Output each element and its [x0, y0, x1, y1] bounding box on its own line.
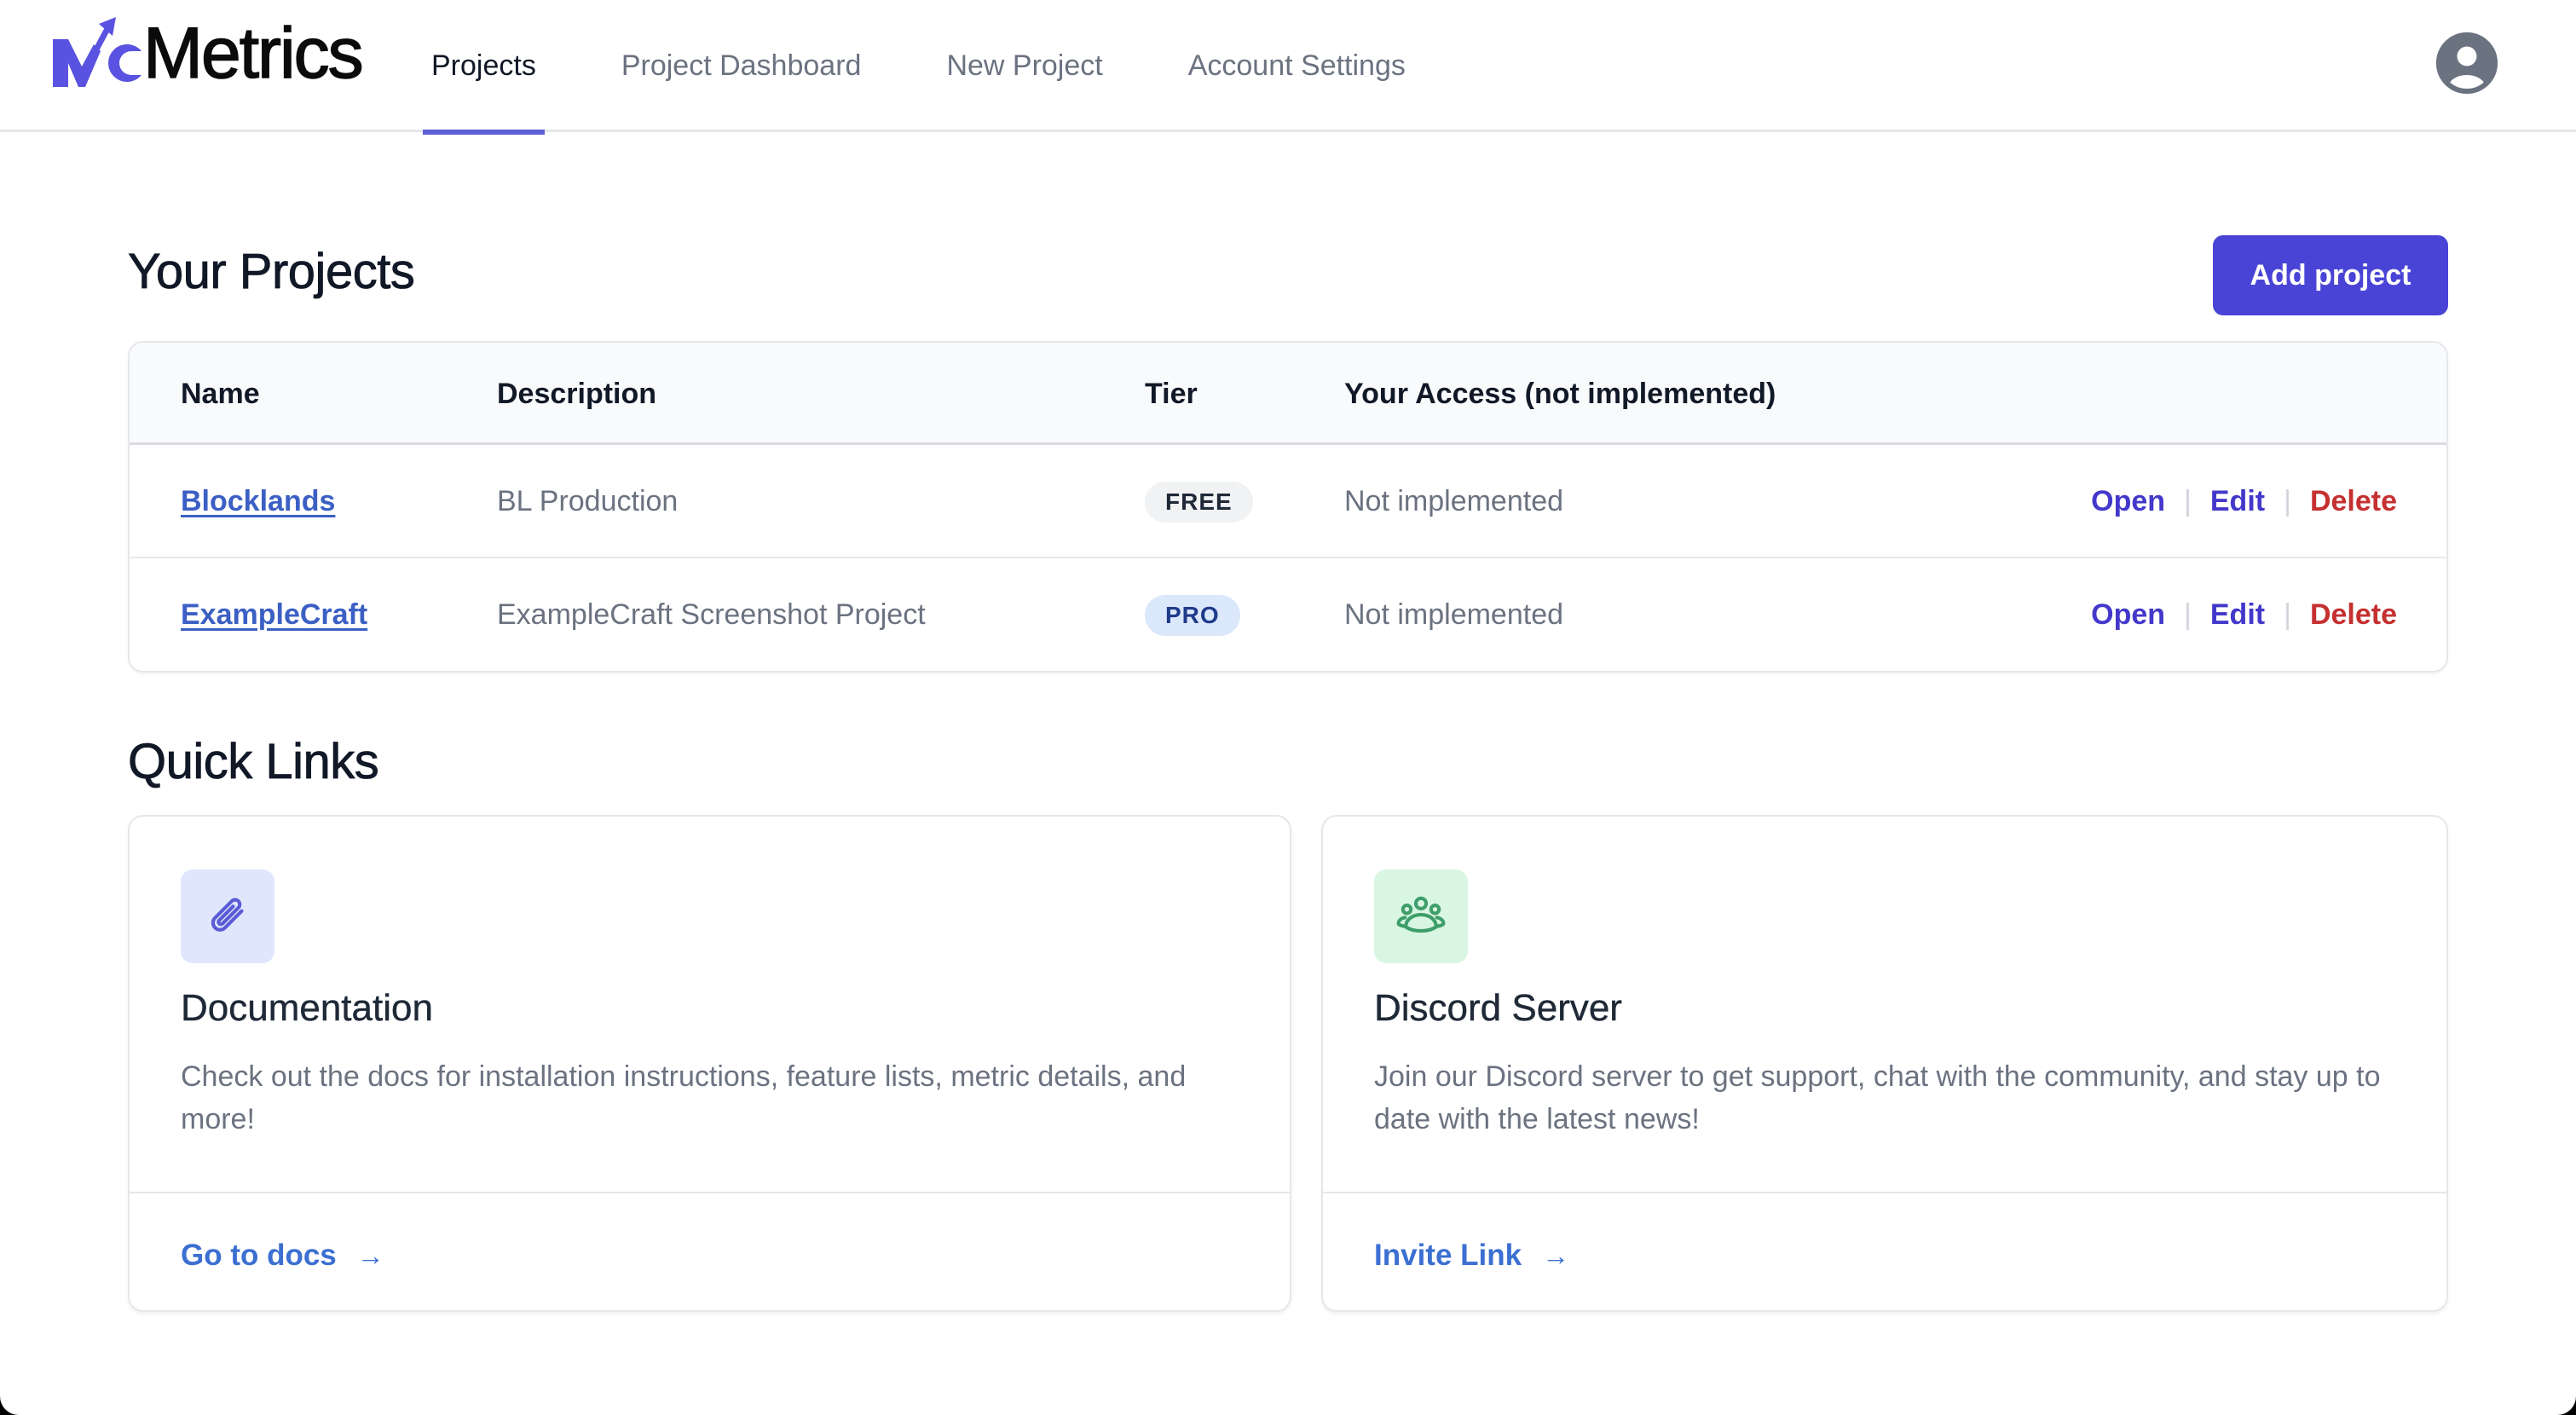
discord-invite-link[interactable]: Invite Link →	[1374, 1239, 1569, 1273]
top-navbar: Metrics Projects Project Dashboard New P…	[0, 0, 2576, 135]
delete-project-link[interactable]: Delete	[2310, 598, 2397, 632]
tier-badge: PRO	[1145, 594, 1240, 636]
app-window: Metrics Projects Project Dashboard New P…	[0, 0, 2576, 1415]
logo[interactable]: Metrics	[49, 13, 364, 93]
nav-new-project[interactable]: New Project	[938, 0, 1111, 132]
card-title: Discord Server	[1374, 987, 1622, 1029]
table-header: Name Description Tier Your Access (not i…	[130, 343, 2446, 445]
table-row: ExampleCraft ExampleCraft Screenshot Pro…	[130, 558, 2446, 671]
project-description: ExampleCraft Screenshot Project	[497, 598, 926, 631]
discord-card: Discord Server Join our Discord server t…	[1321, 815, 2448, 1312]
link-label: Invite Link	[1374, 1239, 1522, 1272]
card-divider	[1323, 1192, 2446, 1193]
nav-projects[interactable]: Projects	[423, 0, 545, 135]
column-header-name: Name	[181, 377, 260, 410]
user-circle-icon	[2436, 32, 2498, 94]
your-projects-heading: Your Projects	[128, 244, 416, 300]
action-separator: |	[2184, 485, 2192, 517]
quick-links-heading: Quick Links	[128, 734, 380, 790]
user-avatar-button[interactable]	[2436, 32, 2498, 94]
project-name-link[interactable]: ExampleCraft	[181, 598, 367, 632]
documentation-card: Documentation Check out the docs for ins…	[128, 815, 1291, 1312]
column-header-access: Your Access (not implemented)	[1344, 377, 1776, 410]
action-separator: |	[2184, 598, 2192, 631]
action-separator: |	[2284, 598, 2291, 631]
card-divider	[130, 1192, 1290, 1193]
paperclip-icon	[211, 898, 244, 932]
project-description: BL Production	[497, 485, 679, 517]
documentation-icon-box	[181, 869, 274, 963]
row-actions: Open | Edit | Delete	[2091, 558, 2397, 671]
link-label: Go to docs	[181, 1239, 337, 1272]
card-title: Documentation	[181, 987, 433, 1029]
project-name-link[interactable]: Blocklands	[181, 485, 335, 518]
nav-account-settings[interactable]: Account Settings	[1180, 0, 1414, 132]
row-actions: Open | Edit | Delete	[2091, 445, 2397, 558]
column-header-tier: Tier	[1145, 377, 1198, 410]
project-access: Not implemented	[1344, 598, 1564, 631]
projects-table: Name Description Tier Your Access (not i…	[128, 341, 2448, 673]
go-to-docs-link[interactable]: Go to docs →	[181, 1239, 384, 1273]
card-description: Check out the docs for installation inst…	[181, 1060, 1187, 1135]
open-project-link[interactable]: Open	[2091, 485, 2165, 518]
nav-project-dashboard[interactable]: Project Dashboard	[613, 0, 870, 132]
add-project-button[interactable]: Add project	[2213, 235, 2448, 315]
mcmetrics-logo-icon	[53, 17, 142, 87]
edit-project-link[interactable]: Edit	[2210, 485, 2265, 518]
logo-text: Metrics	[142, 13, 364, 93]
edit-project-link[interactable]: Edit	[2210, 598, 2265, 632]
arrow-right-icon: →	[1542, 1239, 1570, 1271]
card-description: Join our Discord server to get support, …	[1374, 1060, 2381, 1135]
main-nav: Projects Project Dashboard New Project A…	[423, 0, 1482, 135]
users-group-icon	[1396, 896, 1446, 933]
tier-badge: FREE	[1145, 481, 1253, 523]
project-access: Not implemented	[1344, 485, 1564, 517]
table-row: Blocklands BL Production FREE Not implem…	[130, 445, 2446, 558]
action-separator: |	[2284, 485, 2291, 517]
discord-icon-box	[1374, 869, 1468, 963]
open-project-link[interactable]: Open	[2091, 598, 2165, 632]
column-header-description: Description	[497, 377, 657, 410]
delete-project-link[interactable]: Delete	[2310, 485, 2397, 518]
arrow-right-icon: →	[356, 1239, 384, 1271]
